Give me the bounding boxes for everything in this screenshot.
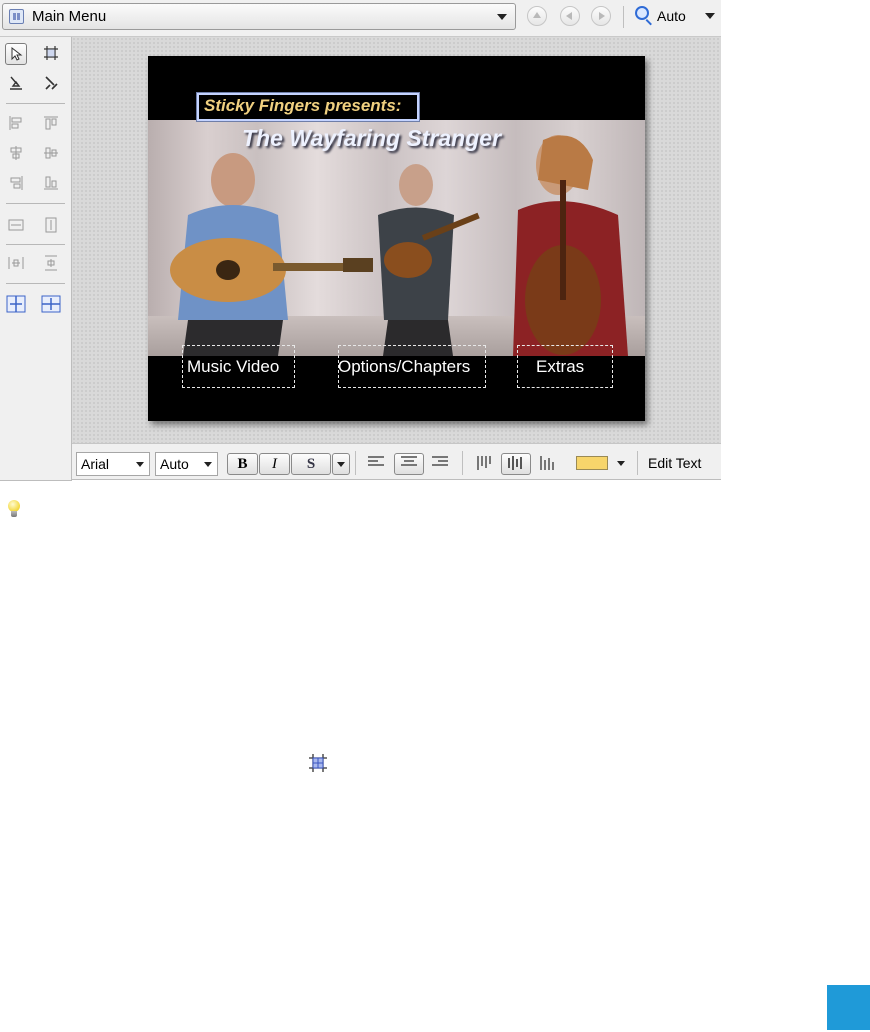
- align-center-horizontal-icon: [10, 146, 22, 160]
- center-vertical-icon: [41, 295, 61, 313]
- align-left-button[interactable]: [5, 113, 27, 135]
- align-bottom-button[interactable]: [40, 173, 62, 195]
- menu-icon: [9, 9, 24, 24]
- chevron-down-icon[interactable]: [617, 461, 625, 466]
- presents-text[interactable]: Sticky Fingers presents:: [204, 96, 401, 116]
- lightbulb-icon[interactable]: [6, 500, 22, 518]
- chevron-down-icon: [136, 462, 144, 467]
- text-format-bar: Arial Auto B I S Edit Text: [72, 443, 721, 480]
- music-video-button[interactable]: Music Video: [187, 357, 279, 377]
- menu-select[interactable]: Main Menu: [2, 3, 516, 30]
- arrow-cursor-icon: [11, 46, 23, 61]
- text-color-swatch[interactable]: [576, 456, 608, 470]
- up-menu-button[interactable]: [527, 6, 547, 26]
- same-width-icon: [8, 219, 24, 231]
- align-top-icon: [44, 116, 58, 130]
- grid-select-icon: [309, 754, 327, 772]
- zoom-dropdown-icon[interactable]: [705, 13, 715, 19]
- unlink-tool-button[interactable]: [40, 73, 62, 95]
- format-divider: [355, 451, 356, 475]
- italic-button[interactable]: I: [259, 453, 290, 475]
- bold-button[interactable]: B: [227, 453, 258, 475]
- distribute-vertical-icon: [45, 255, 57, 271]
- distribute-horizontal-button[interactable]: [5, 253, 27, 275]
- title-text[interactable]: The Wayfaring Stranger: [242, 125, 501, 152]
- background-photo: [148, 120, 645, 356]
- same-width-button[interactable]: [5, 215, 27, 237]
- pen-unlink-icon: [45, 76, 58, 90]
- select-tool-button[interactable]: [5, 43, 27, 65]
- align-text-left-button[interactable]: [368, 456, 384, 470]
- transform-tool-button[interactable]: [40, 43, 62, 65]
- menu-select-value: Main Menu: [32, 8, 107, 25]
- align-center-horizontal-button[interactable]: [5, 143, 27, 165]
- font-size-value: Auto: [160, 456, 189, 472]
- extras-button[interactable]: Extras: [536, 357, 584, 377]
- center-horizontal-icon: [6, 295, 26, 313]
- toolbar-divider: [623, 6, 624, 28]
- menu-toolbar: Main Menu Auto: [0, 0, 721, 37]
- tool-divider: [6, 283, 65, 284]
- align-center-vertical-button[interactable]: [40, 143, 62, 165]
- center-vertical-button[interactable]: [40, 293, 62, 315]
- tool-divider: [6, 103, 65, 104]
- zoom-label[interactable]: Auto: [657, 8, 686, 24]
- align-right-button[interactable]: [5, 173, 27, 195]
- align-left-icon: [9, 116, 22, 130]
- center-horizontal-button[interactable]: [5, 293, 27, 315]
- same-height-button[interactable]: [40, 215, 62, 237]
- distribute-horizontal-icon: [8, 257, 24, 269]
- options-chapters-button[interactable]: Options/Chapters: [338, 357, 470, 377]
- font-size-select[interactable]: Auto: [155, 452, 218, 476]
- accent-square: [827, 985, 870, 1030]
- align-right-icon: [10, 176, 23, 190]
- edit-text-button[interactable]: Edit Text: [648, 455, 701, 471]
- musicians-image: [170, 135, 628, 356]
- next-menu-button[interactable]: [591, 6, 611, 26]
- shadow-options-button[interactable]: [332, 453, 350, 475]
- distribute-vertical-button[interactable]: [40, 253, 62, 275]
- align-text-center-icon: [401, 456, 417, 470]
- format-divider: [462, 451, 463, 475]
- valign-bottom-icon[interactable]: [539, 455, 557, 471]
- align-bottom-icon: [44, 176, 58, 190]
- valign-top-icon[interactable]: [476, 455, 494, 471]
- chevron-down-icon: [497, 14, 507, 20]
- zoom-icon[interactable]: [635, 6, 649, 20]
- format-divider: [637, 451, 638, 475]
- font-select-value: Arial: [81, 456, 110, 472]
- align-text-right-button[interactable]: [432, 456, 448, 470]
- valign-middle-icon: [508, 456, 522, 470]
- previous-menu-button[interactable]: [560, 6, 580, 26]
- chevron-down-icon: [204, 462, 212, 467]
- shadow-button[interactable]: S: [291, 453, 331, 475]
- tool-divider: [6, 203, 65, 204]
- pen-link-icon: [10, 76, 22, 90]
- grid-select-icon: [44, 46, 58, 60]
- link-tool-button[interactable]: [5, 73, 27, 95]
- tool-panel: [0, 37, 72, 481]
- align-center-vertical-icon: [44, 147, 58, 159]
- same-height-icon: [45, 217, 57, 233]
- align-top-button[interactable]: [40, 113, 62, 135]
- font-select[interactable]: Arial: [76, 452, 150, 476]
- tool-divider: [6, 244, 65, 245]
- chevron-down-icon: [337, 462, 345, 468]
